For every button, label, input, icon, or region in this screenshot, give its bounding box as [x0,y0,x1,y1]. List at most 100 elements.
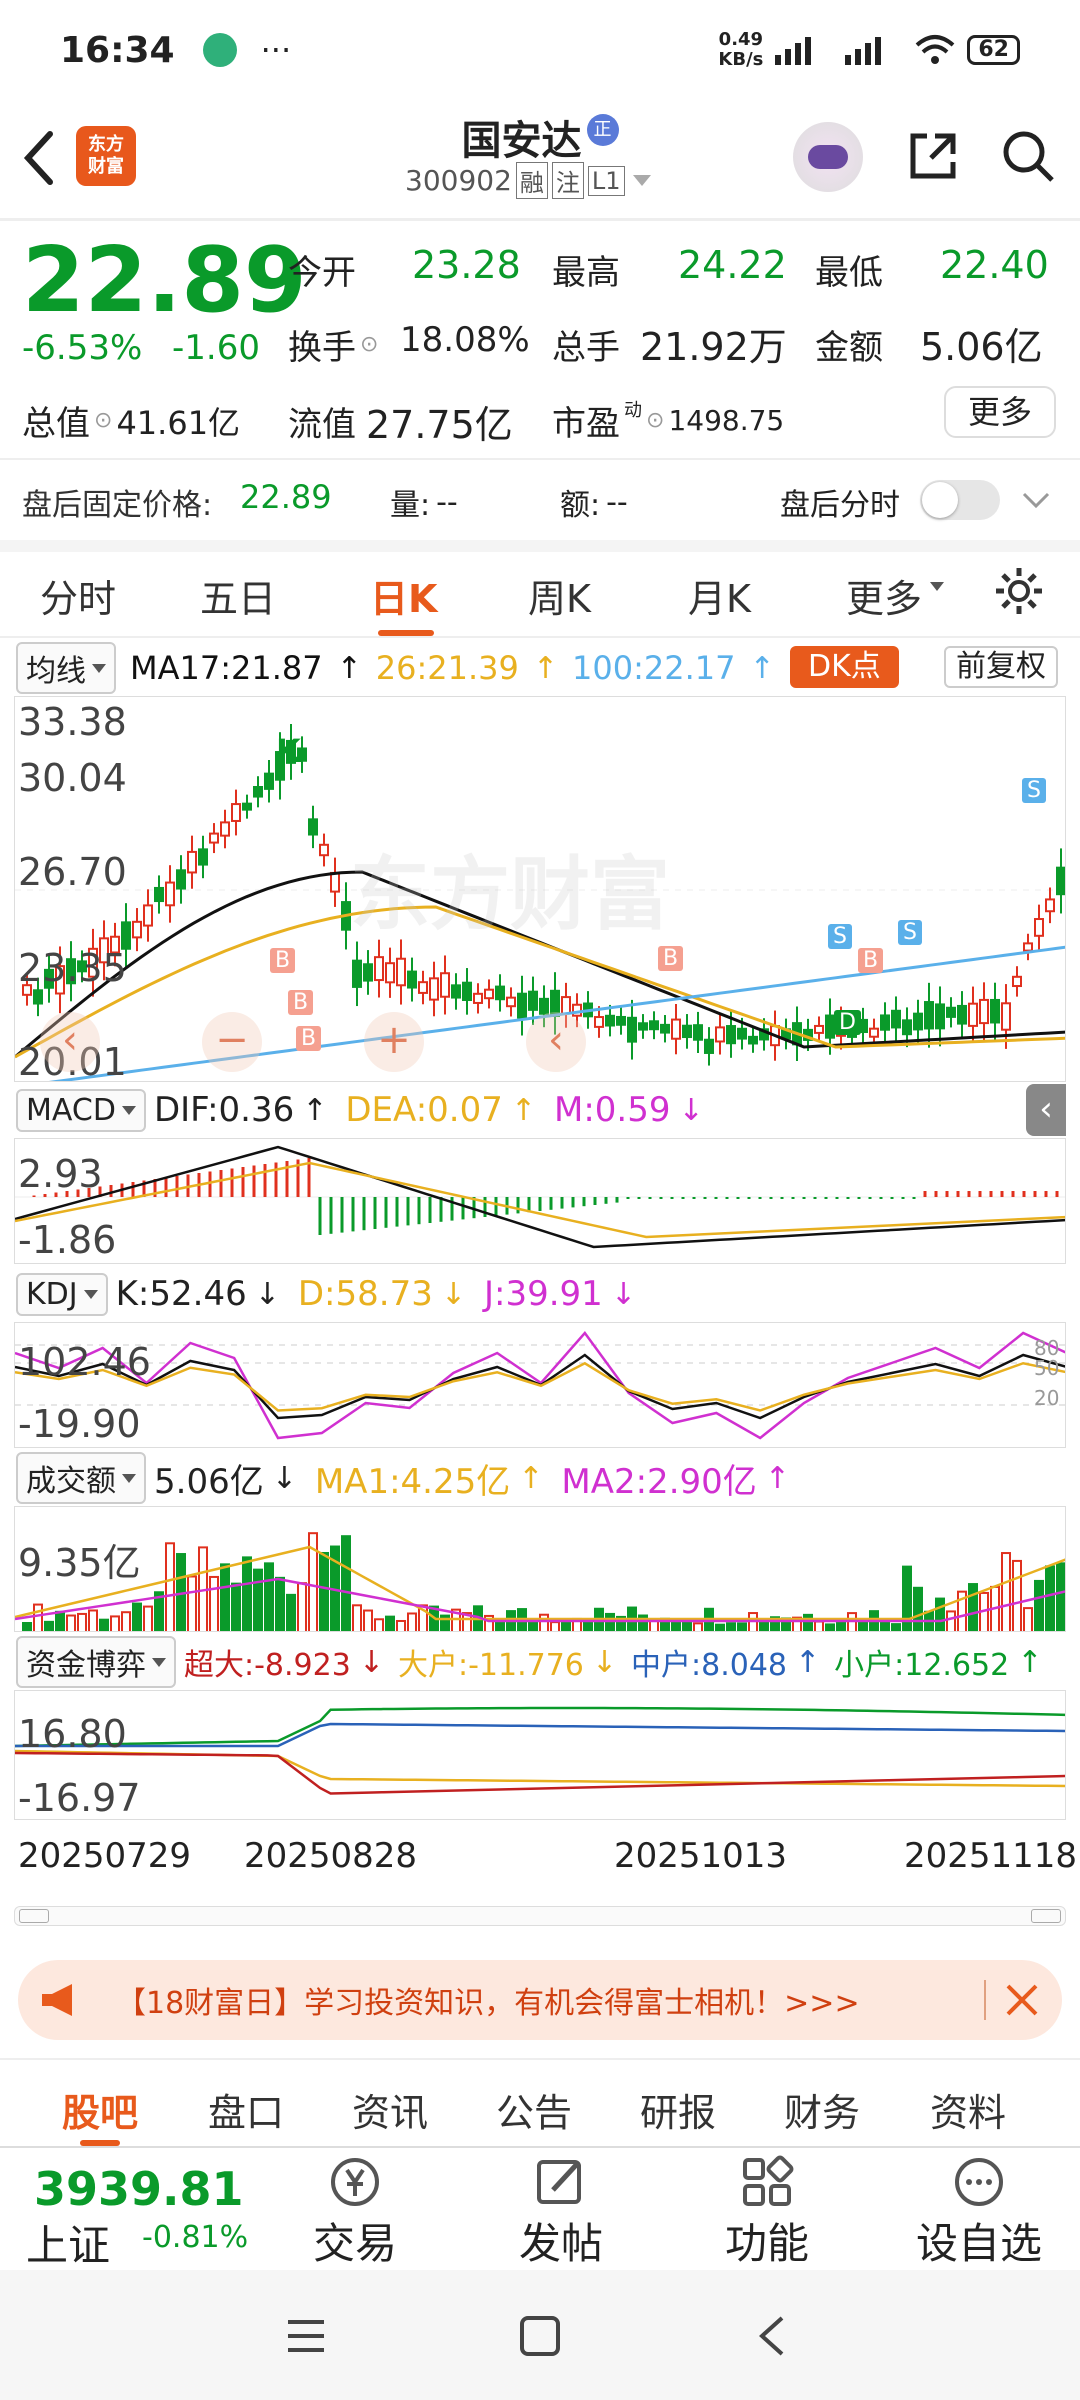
tab-timeshare[interactable]: 分时 [40,568,116,623]
pan-right-button[interactable]: ‹ [526,1012,586,1072]
fund-ytick: -16.97 [18,1776,141,1820]
volume-bar [836,1620,846,1631]
candle [869,1027,879,1038]
volume-bar [561,1621,571,1631]
add-watchlist-button[interactable]: 设自选 [904,2154,1054,2271]
tab-five-day[interactable]: 五日 [200,568,276,623]
candle [825,1014,835,1039]
d-marker: D [834,1010,861,1035]
volume-ma2: MA2:2.90亿 [561,1461,757,1502]
high-value: 24.22 [678,243,787,287]
candle [484,988,494,1000]
candle [946,1006,956,1018]
arrow-down-icon: ↓ [678,1092,704,1128]
menu-icon[interactable] [284,2316,328,2356]
scroll-handle-left[interactable] [19,1909,49,1923]
volume-bar [143,1605,153,1631]
volume-chart[interactable] [14,1506,1066,1632]
divider [0,218,1080,221]
back-nav-icon[interactable] [752,2314,792,2358]
volume-svg [15,1532,1065,1631]
tab-news[interactable]: 资讯 [352,2082,428,2137]
tab-announcements[interactable]: 公告 [496,2082,572,2137]
candle [407,970,417,989]
candle [935,1003,945,1030]
candle [396,957,406,987]
pan-left-button[interactable]: ‹ [40,1012,100,1072]
tab-orderbook[interactable]: 盘口 [208,2082,284,2137]
arrow-up-icon: ↑ [795,1644,821,1680]
float-row: 流值 27.75亿 [288,403,513,447]
ma-selector[interactable]: 均线 [16,642,116,694]
fund-chart[interactable] [14,1690,1066,1820]
chart-scrollbar[interactable] [14,1906,1066,1926]
arrow-up-icon: ↑ [764,1460,790,1496]
watermark: 东方财富 [350,848,670,941]
candle [264,772,274,790]
candle [913,1012,923,1031]
fund-mid: 中户:8.048 [631,1648,788,1683]
status-time: 16:34 [60,29,175,71]
kdj-chart[interactable] [14,1322,1066,1448]
app-screen: 16:34 ··· 0.49 KB/s 62 东方 财富 国安达 正 300902 … [0,0,1080,2400]
tab-research[interactable]: 研报 [640,2082,716,2137]
volume-bar [132,1602,142,1631]
afterhours-toggle[interactable] [920,480,1000,520]
kdj-svg [15,1331,1065,1440]
tab-daily-k[interactable]: 日K [370,568,437,623]
candle [649,1020,659,1031]
gear-icon[interactable] [992,564,1046,618]
dk-button[interactable]: DK点 [790,646,899,688]
scroll-handle-right[interactable] [1031,1909,1061,1923]
collapse-button[interactable]: ‹ [1026,1084,1066,1136]
candle [231,803,241,822]
volume-bar [583,1621,593,1631]
more-button[interactable]: 更多 [944,386,1056,438]
assistant-avatar[interactable] [793,122,863,192]
index-ticker[interactable]: 3939.81 上证 -0.81% [0,2148,270,2270]
tab-more[interactable]: 更多 [846,568,922,623]
volume-bar [121,1611,131,1631]
tab-monthly-k[interactable]: 月K [688,568,751,623]
tab-weekly-k[interactable]: 周K [528,568,591,623]
b-marker: B [296,1026,322,1051]
volume-bar [77,1612,87,1631]
status-right: 0.49 KB/s 62 [718,30,1020,70]
fund-ytick: 16.80 [18,1712,127,1756]
zoom-in-button[interactable]: + [364,1012,424,1072]
candle [132,920,142,939]
volume-selector[interactable]: 成交额 [16,1452,146,1504]
candle [418,981,428,994]
arrow-down-icon: ↓ [591,1644,618,1680]
tab-forum[interactable]: 股吧 [62,2082,138,2137]
zoom-out-button[interactable]: − [202,1012,262,1072]
volume-bar [209,1575,219,1631]
volume-bar [605,1612,615,1631]
chevron-down-icon[interactable] [1020,488,1052,512]
adjust-button[interactable]: 前复权 [944,646,1058,688]
volume-bar [946,1610,956,1631]
volume-bar [913,1586,923,1631]
arrow-up-icon: ↑ [302,1092,328,1128]
kdj-selector[interactable]: KDJ [16,1272,108,1316]
volume-bar [1001,1552,1011,1631]
ma26-label: 26:21.39 [375,649,519,687]
function-button[interactable]: 功能 [712,2154,822,2271]
post-button[interactable]: 发帖 [506,2154,616,2271]
candle [1023,942,1033,952]
search-icon[interactable] [1000,128,1058,186]
chevron-down-icon[interactable] [632,175,651,186]
header: 东方 财富 国安达 正 300902 融 注 L1 [0,100,1080,220]
tab-profile[interactable]: 资料 [930,2082,1006,2137]
trade-button[interactable]: 交易 [300,2154,410,2271]
home-icon[interactable] [518,2314,562,2358]
volume-bar [1023,1607,1033,1631]
tab-financials[interactable]: 财务 [784,2082,860,2137]
promo-banner[interactable]: 【18财富日】学习投资知识，有机会得富士相机！>>> [18,1960,1062,2040]
macd-selector[interactable]: MACD [16,1088,146,1132]
close-icon[interactable] [1002,1980,1042,2020]
fund-selector[interactable]: 资金博弈 [16,1636,176,1688]
macd-chart[interactable] [14,1138,1066,1264]
xaxis-date: 20250729 [18,1836,192,1876]
share-icon[interactable] [905,128,961,184]
